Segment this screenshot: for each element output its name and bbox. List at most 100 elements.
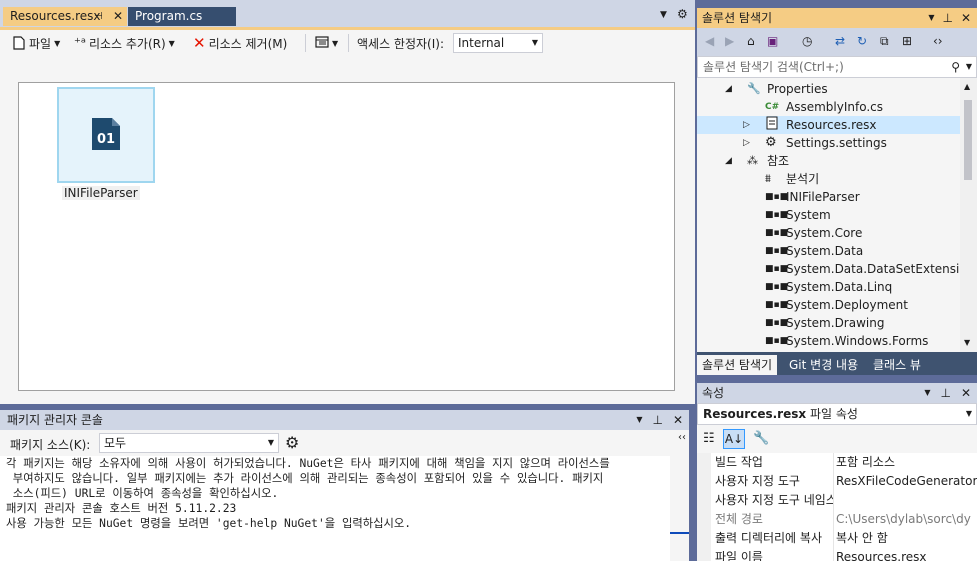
tree-item-reference[interactable]: ■▪■ System.Data.DataSetExtensions	[697, 260, 960, 278]
property-row[interactable]: 전체 경로 C:\Users\dylab\sorc\dy	[697, 510, 977, 529]
expanded-arrow-icon[interactable]: ◢	[725, 80, 732, 98]
scrollbar-thumb[interactable]	[964, 100, 972, 180]
chevron-down-icon[interactable]: ▼	[636, 410, 642, 430]
tree-item-reference[interactable]: ■▪■ System	[697, 206, 960, 224]
sync-icon[interactable]: ⇄	[835, 34, 845, 48]
tab-git-changes[interactable]: Git 변경 내용	[784, 355, 863, 375]
property-column-divider[interactable]	[833, 453, 834, 561]
property-row[interactable]: 출력 디렉터리에 복사 복사 안 함	[697, 529, 977, 548]
chevron-down-icon[interactable]: ▼	[966, 57, 972, 77]
resx-toolbar: 파일 ▼ ⁺ᵃ 리소스 추가(R) ▼ ✕ 리소스 제거(M) ▼ 액세스 한정…	[0, 30, 695, 56]
property-row[interactable]: 사용자 지정 도구 네임스페이스	[697, 491, 977, 510]
property-name: 출력 디렉터리에 복사	[715, 531, 822, 545]
file-icon	[12, 35, 26, 51]
reference-icon: ■▪■	[765, 210, 789, 220]
show-all-files-icon[interactable]: ⊞	[902, 34, 912, 48]
console-scrollbar[interactable]	[670, 456, 689, 561]
console-line: 각 패키지는 해당 소유자에 의해 사용이 허가되었습니다. NuGet은 타사…	[6, 457, 610, 470]
close-icon[interactable]: ✕	[673, 410, 683, 430]
tree-item-reference[interactable]: ■▪■ System.Deployment	[697, 296, 960, 314]
panel-title: 속성	[702, 386, 725, 400]
overflow-icon[interactable]: ‹‹	[678, 432, 686, 443]
property-row[interactable]: 사용자 지정 도구 ResXFileCodeGenerator	[697, 472, 977, 491]
tree-item-label: 참조	[767, 154, 790, 168]
remove-resource-button[interactable]: ✕ 리소스 제거(M)	[193, 34, 287, 52]
tree-item-label: Properties	[767, 82, 828, 96]
tab-class-view[interactable]: 클래스 뷰	[868, 355, 926, 375]
resource-item-label[interactable]: INIFileParser	[62, 186, 140, 200]
resource-item-tile[interactable]: 01	[57, 87, 155, 183]
pending-changes-filter-icon[interactable]: ◷	[802, 34, 812, 48]
tree-item-label: System.Core	[786, 226, 863, 240]
reference-icon: ■▪■	[765, 264, 789, 274]
home-icon[interactable]: ⌂	[747, 34, 755, 48]
categorized-icon[interactable]: ☷	[703, 431, 715, 446]
collapsed-arrow-icon[interactable]: ▷	[743, 134, 750, 152]
properties-header: 속성 ▼ ⊥ ✕	[697, 383, 977, 403]
tree-item-references[interactable]: ◢ ⁂ 참조	[697, 152, 960, 170]
chevron-down-icon[interactable]: ▼	[928, 8, 934, 28]
package-console-output[interactable]: 각 패키지는 해당 소유자에 의해 사용이 허가되었습니다. NuGet은 타사…	[0, 456, 670, 561]
add-resource-button[interactable]: ⁺ᵃ 리소스 추가(R) ▼	[74, 34, 175, 52]
tree-item-properties[interactable]: ◢ 🔧 Properties	[697, 80, 960, 98]
expanded-arrow-icon[interactable]: ◢	[725, 152, 732, 170]
code-view-icon[interactable]: ‹›	[933, 34, 943, 48]
tab-resources-resx[interactable]: Resources.resx ⊣ ✕	[3, 7, 127, 26]
object-type: 파일 속성	[809, 407, 858, 421]
vs-switch-view-icon[interactable]: ▣	[767, 34, 778, 48]
view-menu-button[interactable]: ▼	[315, 34, 338, 52]
back-icon[interactable]: ◀	[705, 34, 714, 48]
property-row[interactable]: 파일 이름 Resources.resx	[697, 548, 977, 561]
tree-item-reference[interactable]: ■▪■ System.Data	[697, 242, 960, 260]
collapsed-arrow-icon[interactable]: ▷	[743, 116, 750, 134]
toolbar-divider	[348, 34, 349, 52]
close-icon[interactable]: ✕	[961, 383, 971, 403]
close-icon[interactable]: ✕	[113, 7, 123, 26]
reference-icon: ■▪■	[765, 192, 789, 202]
pin-icon[interactable]: ⊥	[652, 410, 662, 430]
tree-item-assemblyinfo[interactable]: C# AssemblyInfo.cs	[697, 98, 960, 116]
access-modifier-select[interactable]: Internal ▼	[453, 33, 543, 53]
tree-item-settings[interactable]: ▷ ⚙ Settings.settings	[697, 134, 960, 152]
gear-icon[interactable]: ⚙	[285, 433, 299, 452]
chevron-down-icon[interactable]: ▼	[924, 383, 930, 403]
search-icon[interactable]: ⚲	[951, 57, 960, 77]
solution-explorer-toolbar: ◀ ▶ ⌂ ▣ ◷ ⇄ ↻ ⧉ ⊞ ‹›	[697, 28, 977, 56]
package-console-toolbar: 패키지 소스(K): 모두 ▼ ⚙ ‹‹	[0, 430, 689, 456]
tree-item-reference[interactable]: ■▪■ System.Data.Linq	[697, 278, 960, 296]
tree-item-reference[interactable]: ■▪■ System.Drawing	[697, 314, 960, 332]
tree-item-reference[interactable]: ■▪■ INIFileParser	[697, 188, 960, 206]
collapse-all-icon[interactable]: ⧉	[880, 34, 889, 49]
package-source-select[interactable]: 모두 ▼	[99, 433, 279, 453]
refresh-icon[interactable]: ↻	[857, 34, 867, 48]
property-name: 전체 경로	[715, 512, 763, 526]
reference-icon: ■▪■	[765, 246, 789, 256]
close-icon[interactable]: ✕	[961, 8, 971, 28]
tree-item-reference[interactable]: ■▪■ System.Windows.Forms	[697, 332, 960, 350]
package-source-label: 패키지 소스(K):	[10, 438, 91, 452]
scroll-up-icon[interactable]: ▲	[964, 82, 970, 91]
properties-object-select[interactable]: Resources.resx 파일 속성 ▼	[697, 403, 977, 425]
tree-item-label: Resources.resx	[786, 118, 877, 132]
tree-item-reference[interactable]: ■▪■ System.Core	[697, 224, 960, 242]
gear-icon[interactable]: ⚙	[677, 7, 688, 21]
tab-solution-explorer[interactable]: 솔루션 탐색기	[697, 355, 778, 375]
file-menu-button[interactable]: 파일 ▼	[12, 34, 60, 52]
wrench-icon[interactable]: 🔧	[753, 431, 769, 446]
forward-icon[interactable]: ▶	[725, 34, 734, 48]
chevron-down-icon[interactable]: ▼	[660, 10, 667, 20]
scroll-down-icon[interactable]: ▼	[964, 338, 970, 347]
pin-icon[interactable]: ⊥	[940, 383, 950, 403]
alphabetical-sort-icon[interactable]: A↓	[723, 429, 745, 449]
property-row[interactable]: 빌드 작업 포함 리소스	[697, 453, 977, 472]
console-line: 패키지 관리자 콘솔 호스트 버전 5.11.2.23	[6, 502, 237, 515]
property-name: 파일 이름	[715, 550, 763, 561]
chevron-down-icon: ▼	[54, 38, 61, 48]
pin-icon[interactable]: ⊣	[94, 7, 103, 26]
pin-icon[interactable]: ⊥	[942, 8, 952, 28]
solution-explorer-search-input[interactable]: 솔루션 탐색기 검색(Ctrl+;) ⚲ ▼	[697, 56, 977, 78]
tree-item-resources-resx[interactable]: ▷ Resources.resx	[697, 116, 960, 134]
search-placeholder: 솔루션 탐색기 검색(Ctrl+;)	[703, 60, 844, 74]
tab-program-cs[interactable]: Program.cs	[128, 7, 236, 26]
tree-item-analyzers[interactable]: ⩩ 분석기	[697, 170, 960, 188]
